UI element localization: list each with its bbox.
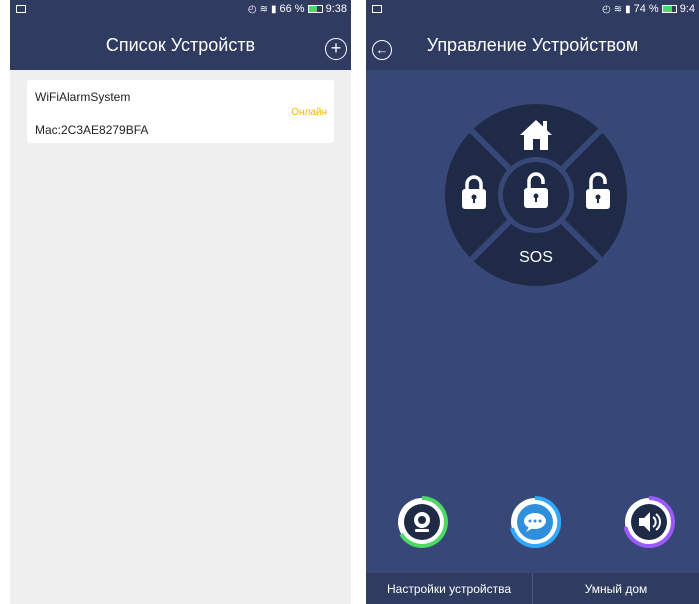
bottom-tab-bar: Настройки устройства Умный дом [366, 573, 699, 604]
status-right: ◴ ≋ ▮ 66 % 9:38 [248, 3, 347, 15]
control-wheel: SOS [445, 104, 627, 286]
image-notification-icon [16, 5, 26, 13]
plus-circle-icon: + [330, 38, 342, 58]
home-button[interactable] [506, 112, 566, 154]
page-title: Список Устройств [105, 35, 256, 55]
chat-dot [528, 519, 532, 523]
battery-icon [307, 5, 323, 13]
camera-base [415, 529, 429, 532]
wifi-icon: ≋ [259, 3, 268, 15]
tab-device-settings[interactable]: Настройки устройства [366, 573, 532, 604]
alarm-clock-icon: ◴ [247, 3, 257, 15]
chat-dot [538, 519, 542, 523]
device-list-screen: ◴ ≋ ▮ 66 % 9:38 Список Устройств + WiFiA… [10, 0, 351, 604]
camera-lens [418, 516, 426, 524]
app-bar: Список Устройств + [10, 21, 351, 70]
device-name: WiFiAlarmSystem [35, 90, 131, 104]
camera-button[interactable] [396, 496, 448, 548]
lock-keyhole-slot [535, 196, 537, 202]
device-list-item[interactable]: WiFiAlarmSystem Онлайн Mac:2C3AE8279BFA [27, 80, 334, 143]
device-control-screen: ◴ ≋ ▮ 74 % 9:4 ← Управление Устройством [366, 0, 699, 604]
image-notification-icon [372, 5, 382, 13]
alarm-clock-icon: ◴ [601, 3, 611, 15]
chat-button[interactable] [509, 496, 561, 548]
battery-percent: 74 % [633, 3, 659, 15]
home-door [533, 139, 540, 150]
home-chimney [543, 121, 547, 130]
status-bar: ◴ ≋ ▮ 74 % 9:4 [366, 0, 699, 21]
chat-dot [533, 519, 537, 523]
status-right: ◴ ≋ ▮ 74 % 9:4 [602, 3, 695, 15]
speaker-button[interactable] [623, 496, 675, 548]
battery-percent: 66 % [279, 3, 305, 15]
status-bar: ◴ ≋ ▮ 66 % 9:38 [10, 0, 351, 21]
add-device-button[interactable]: + [325, 38, 347, 60]
device-status-badge: Онлайн [291, 107, 327, 118]
page-title: Управление Устройством [426, 35, 639, 55]
lock-keyhole-slot [597, 197, 599, 203]
device-mac: Mac:2C3AE8279BFA [35, 123, 149, 137]
clock-time: 9:38 [325, 3, 347, 15]
signal-icon: ▮ [625, 3, 631, 15]
wifi-icon: ≋ [613, 3, 623, 15]
lock-keyhole-slot [473, 197, 475, 203]
clock-time: 9:4 [679, 3, 695, 15]
sos-button[interactable]: SOS [519, 249, 553, 266]
app-bar: ← Управление Устройством [366, 21, 699, 70]
tab-smart-home[interactable]: Умный дом [532, 573, 699, 604]
battery-icon [661, 5, 677, 13]
signal-icon: ▮ [270, 3, 277, 15]
